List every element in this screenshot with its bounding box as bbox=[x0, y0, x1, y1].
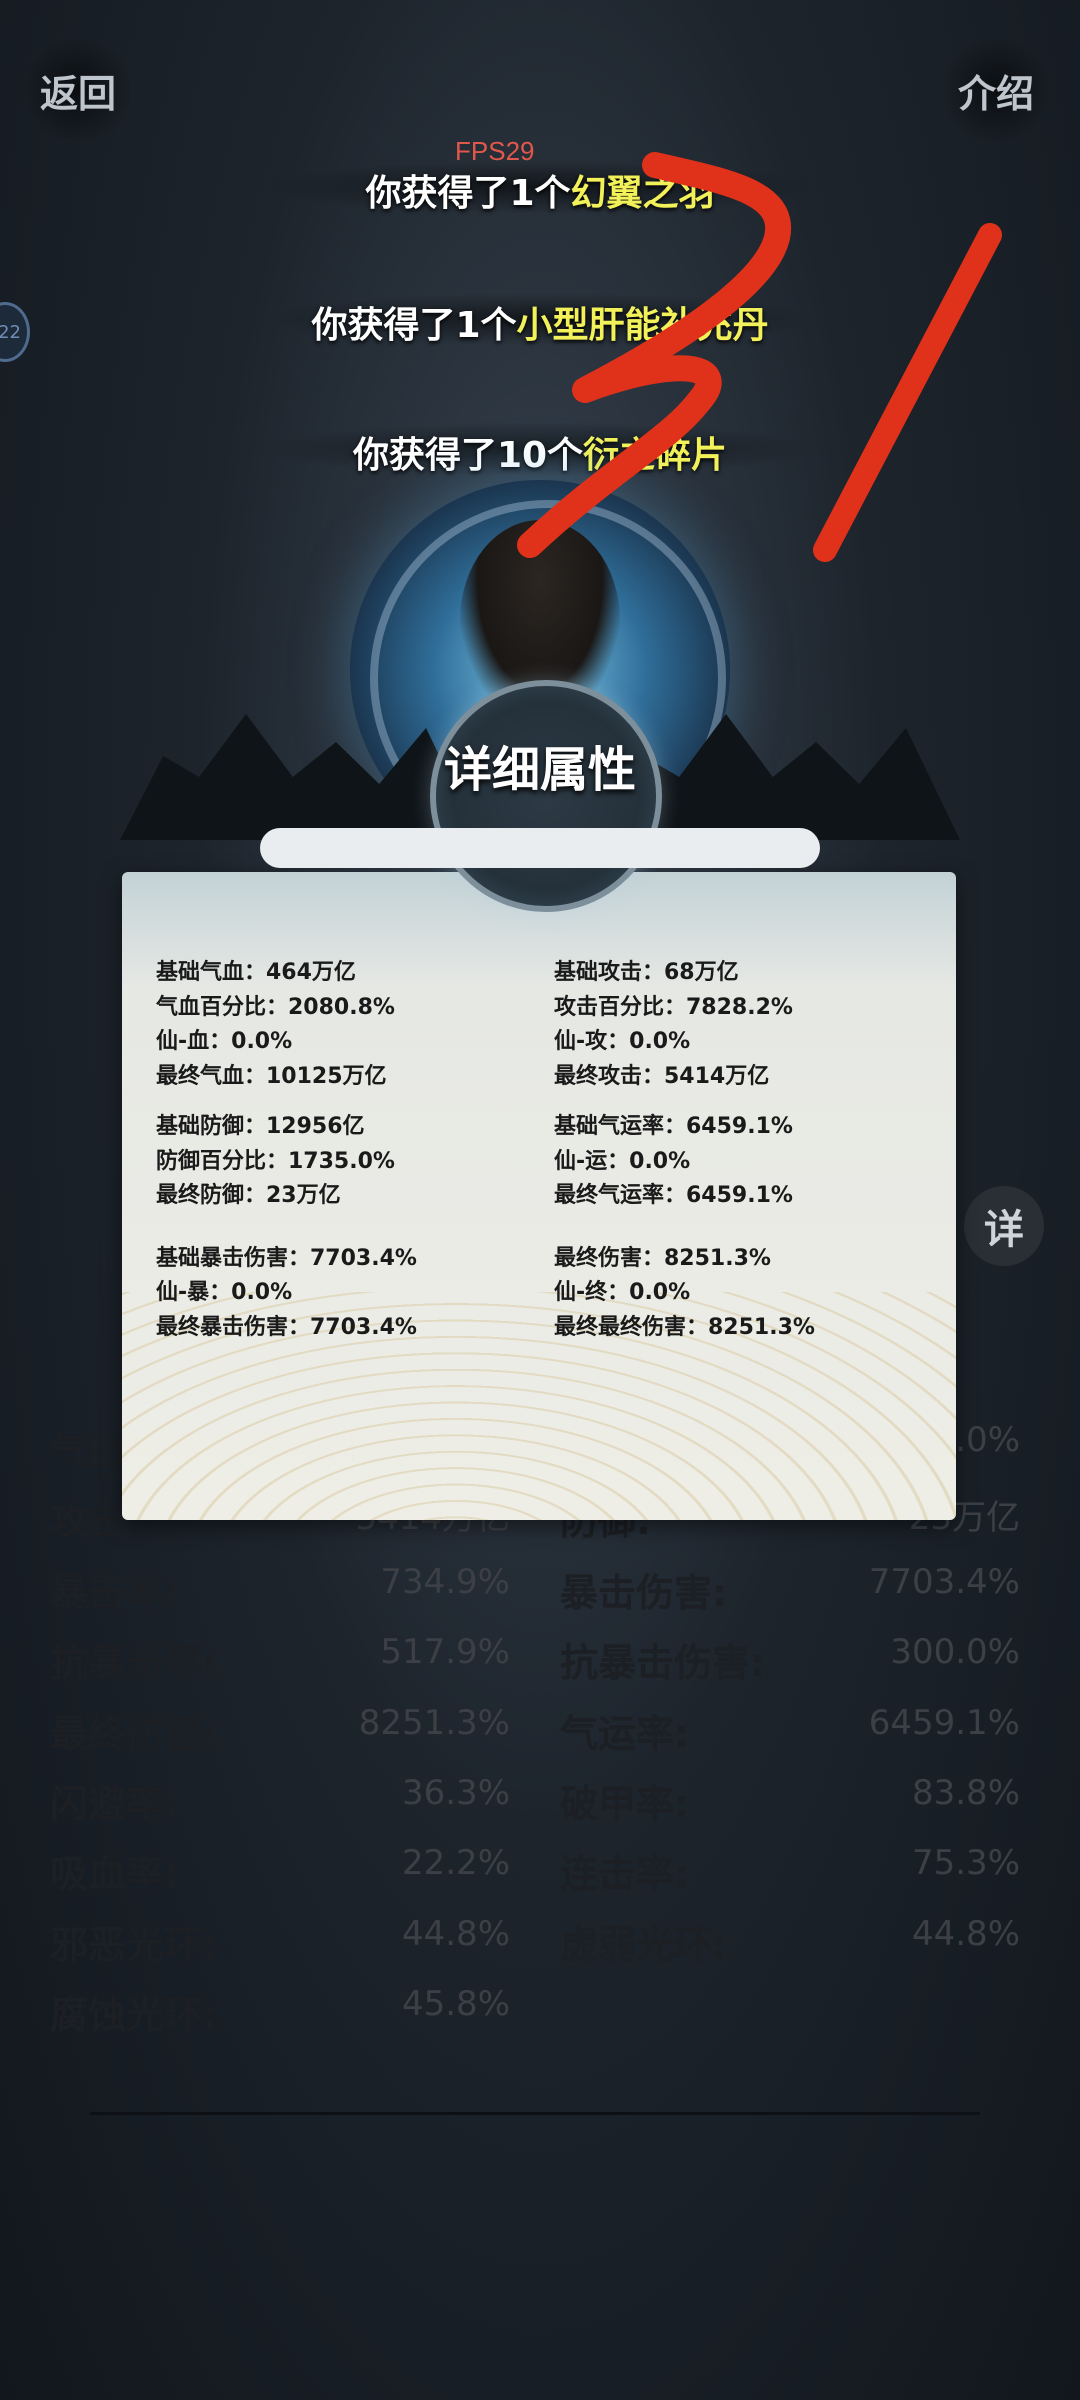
stat-value: 45.8% bbox=[401, 1984, 510, 2024]
stat-value: 8251.3% bbox=[358, 1703, 510, 1743]
cloud-ornament bbox=[260, 828, 820, 868]
stat-value: 22.2% bbox=[401, 1843, 510, 1883]
attribute-row: 基础防御：12956亿 bbox=[156, 1114, 365, 1139]
attribute-row: 仙-攻：0.0% bbox=[554, 1029, 691, 1054]
attribute-group: 最终伤害：8251.3% 仙-终：0.0% 最终最终伤害：8251.3% bbox=[554, 1242, 815, 1346]
attribute-row: 基础暴击伤害：7703.4% bbox=[156, 1245, 417, 1271]
attribute-row: 防御百分比：1735.0% bbox=[156, 1148, 395, 1174]
attribute-group: 基础攻击：68万亿 攻击百分比：7828.2% 仙-攻：0.0% 最终攻击：54… bbox=[554, 956, 815, 1094]
attribute-row: 最终气运率：6459.1% bbox=[554, 1183, 793, 1208]
stat-label: 连击率: bbox=[560, 1852, 690, 1896]
stat-row: 邪恶光环: 44.8% 虚弱光环: 44.8% bbox=[0, 1914, 1080, 1984]
stat-label: 吸血率: bbox=[50, 1852, 180, 1896]
toast-prefix: 你获得了1个 bbox=[311, 305, 517, 346]
stat-value: 734.9% bbox=[380, 1562, 510, 1602]
attributes-left-column: 基础气血：464万亿 气血百分比：2080.8% 仙-血：0.0% 最终气血：1… bbox=[156, 956, 417, 1361]
divider-line bbox=[90, 2112, 980, 2115]
back-label: 返回 bbox=[39, 71, 116, 116]
attribute-row: 最终攻击：5414万亿 bbox=[554, 1063, 770, 1089]
toast-message: 你获得了1个幻翼之羽 bbox=[0, 164, 1080, 216]
stat-label: 腐蚀光环: bbox=[50, 1993, 218, 2037]
stat-label: 抗暴击伤害: bbox=[560, 1641, 766, 1685]
toast-prefix: 你获得了10个 bbox=[352, 435, 584, 476]
detail-attributes-panel: 基础气血：464万亿 气血百分比：2080.8% 仙-血：0.0% 最终气血：1… bbox=[122, 872, 956, 1520]
stat-row: 腐蚀光环: 45.8% bbox=[0, 1984, 1080, 2054]
stat-value: 6459.1% bbox=[868, 1703, 1020, 1743]
stat-value: 517.9% bbox=[380, 1632, 510, 1672]
attribute-row: 气血百分比：2080.8% bbox=[156, 994, 395, 1020]
toast-item: 衍之碎片 bbox=[583, 435, 728, 476]
attribute-row: 仙-血：0.0% bbox=[156, 1029, 293, 1054]
toast-item: 小型肝能补充丹 bbox=[516, 305, 769, 346]
attribute-row: 基础攻击：68万亿 bbox=[554, 960, 739, 985]
stat-label: 暴击伤害: bbox=[560, 1571, 728, 1615]
stat-row: 最终伤害: 8251.3% 气运率: 6459.1% bbox=[0, 1703, 1080, 1773]
stat-label: 抗暴击率: bbox=[50, 1641, 218, 1685]
attributes-right-column: 基础攻击：68万亿 攻击百分比：7828.2% 仙-攻：0.0% 最终攻击：54… bbox=[554, 956, 815, 1361]
attribute-row: 最终防御：23万亿 bbox=[156, 1183, 341, 1208]
stat-label: 最终伤害: bbox=[50, 1712, 218, 1756]
attribute-row: 最终气血：10125万亿 bbox=[156, 1063, 387, 1089]
attribute-group: 基础暴击伤害：7703.4% 仙-暴：0.0% 最终暴击伤害：7703.4% bbox=[156, 1242, 417, 1346]
attribute-row: 基础气血：464万亿 bbox=[156, 960, 356, 985]
attribute-group: 基础气运率：6459.1% 仙-运：0.0% 最终气运率：6459.1% bbox=[554, 1110, 815, 1214]
attribute-row: 仙-运：0.0% bbox=[554, 1148, 691, 1174]
stat-label: 暴击率: bbox=[50, 1571, 180, 1615]
stat-value: 44.8% bbox=[401, 1914, 510, 1954]
intro-button[interactable]: 介绍 bbox=[936, 40, 1056, 140]
stat-row: 吸血率: 22.2% 连击率: 75.3% bbox=[0, 1843, 1080, 1913]
stat-value: 44.8% bbox=[911, 1914, 1020, 1954]
detail-button[interactable]: 详 bbox=[964, 1186, 1044, 1266]
attribute-group: 基础防御：12956亿 防御百分比：1735.0% 最终防御：23万亿 bbox=[156, 1110, 417, 1214]
toast-message: 你获得了10个衍之碎片 bbox=[0, 426, 1080, 478]
stat-value: 36.3% bbox=[401, 1773, 510, 1813]
stat-row: 抗暴击率: 517.9% 抗暴击伤害: 300.0% bbox=[0, 1632, 1080, 1702]
attribute-row: 基础气运率：6459.1% bbox=[554, 1114, 793, 1139]
stat-label: 破甲率: bbox=[560, 1782, 690, 1826]
detail-button-label: 详 bbox=[984, 1207, 1024, 1253]
stat-value: 75.3% bbox=[911, 1843, 1020, 1883]
attribute-row: 仙-暴：0.0% bbox=[156, 1280, 293, 1305]
toast-message: 你获得了1个小型肝能补充丹 bbox=[0, 296, 1080, 348]
attribute-group: 基础气血：464万亿 气血百分比：2080.8% 仙-血：0.0% 最终气血：1… bbox=[156, 956, 417, 1094]
back-button[interactable]: 返回 bbox=[18, 40, 138, 140]
intro-label: 介绍 bbox=[957, 71, 1034, 116]
stat-row: 暴击率: 734.9% 暴击伤害: 7703.4% bbox=[0, 1562, 1080, 1632]
stat-label: 闪避率: bbox=[50, 1782, 180, 1826]
stat-value: 300.0% bbox=[890, 1632, 1020, 1672]
attribute-row: 最终最终伤害：8251.3% bbox=[554, 1314, 815, 1340]
attribute-row: 仙-终：0.0% bbox=[554, 1280, 691, 1305]
stat-value: 83.8% bbox=[911, 1773, 1020, 1813]
stat-label: 气运率: bbox=[560, 1712, 690, 1756]
scribble-digit-1 bbox=[813, 223, 1002, 562]
stat-label: 虚弱光环: bbox=[560, 1923, 728, 1967]
toast-item: 幻翼之羽 bbox=[570, 173, 715, 214]
panel-title: 详细属性 bbox=[443, 742, 636, 798]
toast-prefix: 你获得了1个 bbox=[365, 173, 571, 214]
attribute-row: 攻击百分比：7828.2% bbox=[554, 994, 793, 1020]
stat-value: 7703.4% bbox=[868, 1562, 1020, 1602]
stat-label: 邪恶光环: bbox=[50, 1923, 218, 1967]
stat-row: 闪避率: 36.3% 破甲率: 83.8% bbox=[0, 1773, 1080, 1843]
attribute-row: 最终伤害：8251.3% bbox=[554, 1245, 771, 1271]
attribute-row: 最终暴击伤害：7703.4% bbox=[156, 1314, 417, 1340]
